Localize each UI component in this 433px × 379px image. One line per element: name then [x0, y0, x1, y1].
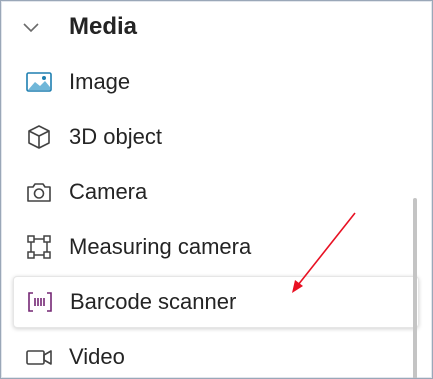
- insert-item-3d-object[interactable]: 3D object: [13, 112, 417, 162]
- item-label: Video: [69, 344, 125, 369]
- barcode-scanner-icon: [24, 288, 56, 316]
- video-icon: [23, 343, 55, 371]
- chevron-down-icon[interactable]: [21, 19, 41, 35]
- insert-item-image[interactable]: Image: [13, 57, 417, 107]
- item-label: 3D object: [69, 124, 162, 149]
- insert-item-camera[interactable]: Camera: [13, 167, 417, 217]
- item-label: Barcode scanner: [70, 289, 237, 314]
- item-label: Image: [69, 69, 131, 94]
- scrollbar[interactable]: [413, 198, 417, 378]
- item-label: Camera: [69, 179, 148, 204]
- media-section-header[interactable]: Media: [21, 7, 137, 47]
- insert-panel: Media Image 3D object Camera Measuring c…: [0, 0, 433, 379]
- cube-icon: [23, 123, 55, 151]
- image-icon: [23, 68, 55, 96]
- insert-item-barcode-scanner[interactable]: Barcode scanner: [13, 276, 419, 328]
- item-label: Measuring camera: [69, 234, 252, 259]
- measuring-camera-icon: [23, 233, 55, 261]
- section-title: Media: [69, 13, 138, 40]
- camera-icon: [23, 178, 55, 206]
- insert-item-measuring-camera[interactable]: Measuring camera: [13, 222, 417, 272]
- insert-item-video[interactable]: Video: [13, 332, 417, 378]
